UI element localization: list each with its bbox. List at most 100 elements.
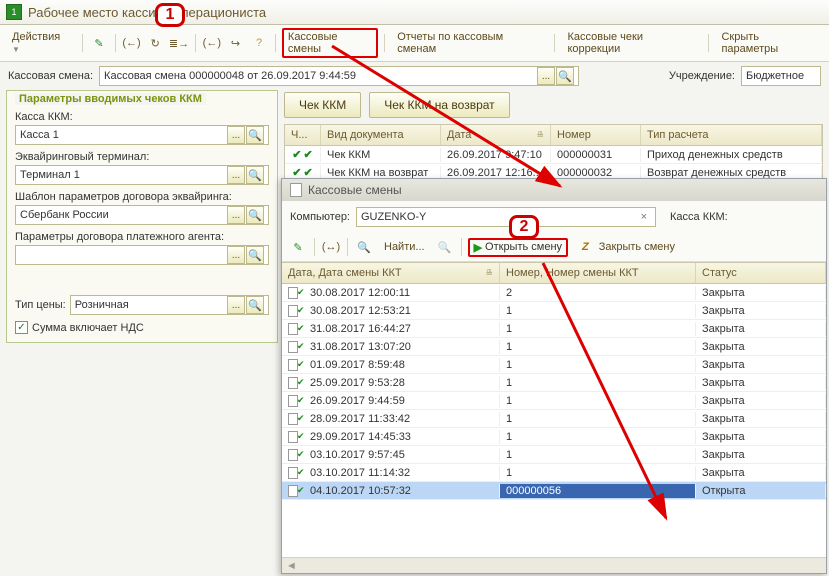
table-row[interactable]: ✔✔Чек ККМ26.09.2017 9:47:10000000031Прих… bbox=[285, 146, 822, 164]
check-button[interactable]: Чек ККМ bbox=[284, 92, 361, 118]
list-icon[interactable]: ≣→ bbox=[169, 33, 189, 53]
doc-icon: ✔ bbox=[288, 287, 306, 299]
list-item[interactable]: ✔31.08.2017 16:44:271Закрыта bbox=[282, 320, 826, 338]
agent-ellipsis[interactable]: ... bbox=[227, 246, 245, 264]
list-item[interactable]: ✔31.08.2017 13:07:201Закрыта bbox=[282, 338, 826, 356]
cell-num: 1 bbox=[500, 358, 696, 372]
tmpl-lookup[interactable]: 🔍 bbox=[246, 206, 264, 224]
price-lookup[interactable]: 🔍 bbox=[246, 296, 264, 314]
term-lookup[interactable]: 🔍 bbox=[246, 166, 264, 184]
list-item[interactable]: ✔26.09.2017 9:44:591Закрыта bbox=[282, 392, 826, 410]
term-ellipsis[interactable]: ... bbox=[227, 166, 245, 184]
list-item[interactable]: ✔30.08.2017 12:53:211Закрыта bbox=[282, 302, 826, 320]
cash-shifts-link[interactable]: Кассовые смены bbox=[282, 28, 378, 58]
org-label: Учреждение: bbox=[669, 70, 735, 82]
list-item[interactable]: ✔28.09.2017 11:33:421Закрыта bbox=[282, 410, 826, 428]
arrow-icon[interactable]: ↪ bbox=[226, 33, 246, 53]
cell-num: 1 bbox=[500, 412, 696, 426]
list-item[interactable]: ✔01.09.2017 8:59:481Закрыта bbox=[282, 356, 826, 374]
open-shift-button[interactable]: ▶ Открыть смену bbox=[468, 238, 568, 257]
col-num[interactable]: Номер bbox=[551, 125, 641, 145]
sub-clear-find-icon[interactable]: 🔍 bbox=[435, 237, 455, 257]
vat-label: Сумма включает НДС bbox=[32, 322, 144, 334]
col-mark[interactable]: Ч... bbox=[285, 125, 321, 145]
hide-params-link[interactable]: Скрыть параметры bbox=[715, 28, 823, 58]
list-item[interactable]: ✔04.10.2017 10:57:32000000056Открыта bbox=[282, 482, 826, 500]
list-item[interactable]: ✔03.10.2017 11:14:321Закрыта bbox=[282, 464, 826, 482]
cell-num: 2 bbox=[500, 286, 696, 300]
doc-icon: ✔ bbox=[288, 449, 306, 461]
lookup-button[interactable]: 🔍 bbox=[556, 67, 574, 85]
cell-date: ✔03.10.2017 9:57:45 bbox=[282, 448, 500, 462]
tmpl-value[interactable]: Сбербанк России bbox=[20, 209, 109, 221]
shifts-doc-icon bbox=[290, 183, 302, 197]
actions-menu[interactable]: Действия ▼ bbox=[6, 28, 76, 58]
price-value[interactable]: Розничная bbox=[75, 299, 129, 311]
find-button[interactable]: Найти... bbox=[378, 238, 431, 256]
col-doc[interactable]: Вид документа bbox=[321, 125, 441, 145]
price-ellipsis[interactable]: ... bbox=[227, 296, 245, 314]
cell-status: Закрыта bbox=[696, 358, 826, 372]
correction-checks-link[interactable]: Кассовые чеки коррекции bbox=[561, 28, 702, 58]
kkm-label: Касса ККМ: bbox=[15, 111, 269, 123]
cell-status: Закрыта bbox=[696, 286, 826, 300]
close-shift-button[interactable]: Закрыть смену bbox=[593, 238, 681, 256]
col-type[interactable]: Тип расчета bbox=[641, 125, 822, 145]
cell-status: Закрыта bbox=[696, 466, 826, 480]
tmpl-ellipsis[interactable]: ... bbox=[227, 206, 245, 224]
doc-icon: ✔ bbox=[288, 431, 306, 443]
callout-2: 2 bbox=[509, 215, 539, 239]
term-value[interactable]: Терминал 1 bbox=[20, 169, 80, 181]
shifts-title: Кассовые смены bbox=[308, 183, 402, 197]
cell-status: Закрыта bbox=[696, 304, 826, 318]
edit-icon[interactable]: ✎ bbox=[89, 33, 109, 53]
cell-date: ✔01.09.2017 8:59:48 bbox=[282, 358, 500, 372]
ellipsis-button[interactable]: ... bbox=[537, 67, 555, 85]
help-icon[interactable]: ? bbox=[249, 33, 269, 53]
list-item[interactable]: ✔30.08.2017 12:00:112Закрыта bbox=[282, 284, 826, 302]
kkm-value[interactable]: Касса 1 bbox=[20, 129, 59, 141]
price-label: Тип цены: bbox=[15, 299, 66, 311]
kkm-ellipsis[interactable]: ... bbox=[227, 126, 245, 144]
cell-status: Закрыта bbox=[696, 430, 826, 444]
scroll-strip[interactable]: ◄ bbox=[282, 557, 826, 573]
org-value[interactable]: Бюджетное bbox=[746, 70, 804, 82]
cell-num: 000000056 bbox=[500, 484, 696, 498]
shifts-window: Кассовые смены Компьютер: GUZENKO-Y × Ка… bbox=[281, 178, 827, 574]
sg-col-num[interactable]: Номер, Номер смены ККТ bbox=[500, 263, 696, 283]
play-icon: ▶ bbox=[474, 241, 482, 254]
agent-lookup[interactable]: 🔍 bbox=[246, 246, 264, 264]
sub-find-icon[interactable]: 🔍 bbox=[354, 237, 374, 257]
sg-col-status[interactable]: Статус bbox=[696, 263, 826, 283]
comp-value[interactable]: GUZENKO-Y bbox=[361, 211, 426, 223]
comp-label: Компьютер: bbox=[290, 211, 350, 223]
doc-icon: ✔ bbox=[288, 377, 306, 389]
shifts-grid: Дата, Дата смены ККТ≞ Номер, Номер смены… bbox=[282, 262, 826, 557]
window-title: Рабочее место кассира-операциониста bbox=[28, 5, 266, 20]
nav-icon-1[interactable]: (←) bbox=[122, 33, 142, 53]
cell-num: 1 bbox=[500, 466, 696, 480]
cell-status: Закрыта bbox=[696, 322, 826, 336]
doc-icon: ✔ bbox=[288, 395, 306, 407]
sg-col-date[interactable]: Дата, Дата смены ККТ≞ bbox=[282, 263, 500, 283]
shift-value[interactable]: Кассовая смена 000000048 от 26.09.2017 9… bbox=[104, 70, 356, 82]
sub-edit-icon[interactable]: ✎ bbox=[288, 237, 308, 257]
sub-nav-icon[interactable]: (↔) bbox=[321, 237, 341, 257]
doc-icon: ✔ bbox=[288, 359, 306, 371]
return-button[interactable]: Чек ККМ на возврат bbox=[369, 92, 509, 118]
shift-reports-link[interactable]: Отчеты по кассовым сменам bbox=[391, 28, 548, 58]
col-date[interactable]: Дата≞ bbox=[441, 125, 551, 145]
cell-date: ✔31.08.2017 13:07:20 bbox=[282, 340, 500, 354]
nav-icon-2[interactable]: (←) bbox=[202, 33, 222, 53]
list-item[interactable]: ✔03.10.2017 9:57:451Закрыта bbox=[282, 446, 826, 464]
comp-clear[interactable]: × bbox=[637, 211, 651, 223]
cell-date: ✔30.08.2017 12:00:11 bbox=[282, 286, 500, 300]
cell-num: 1 bbox=[500, 322, 696, 336]
cell-status: Закрыта bbox=[696, 394, 826, 408]
refresh-icon[interactable]: ↻ bbox=[145, 33, 165, 53]
list-item[interactable]: ✔25.09.2017 9:53:281Закрыта bbox=[282, 374, 826, 392]
list-item[interactable]: ✔29.09.2017 14:45:331Закрыта bbox=[282, 428, 826, 446]
vat-checkbox[interactable]: ✓ bbox=[15, 321, 28, 334]
cell-doc: Чек ККМ bbox=[321, 148, 441, 162]
kkm-lookup[interactable]: 🔍 bbox=[246, 126, 264, 144]
